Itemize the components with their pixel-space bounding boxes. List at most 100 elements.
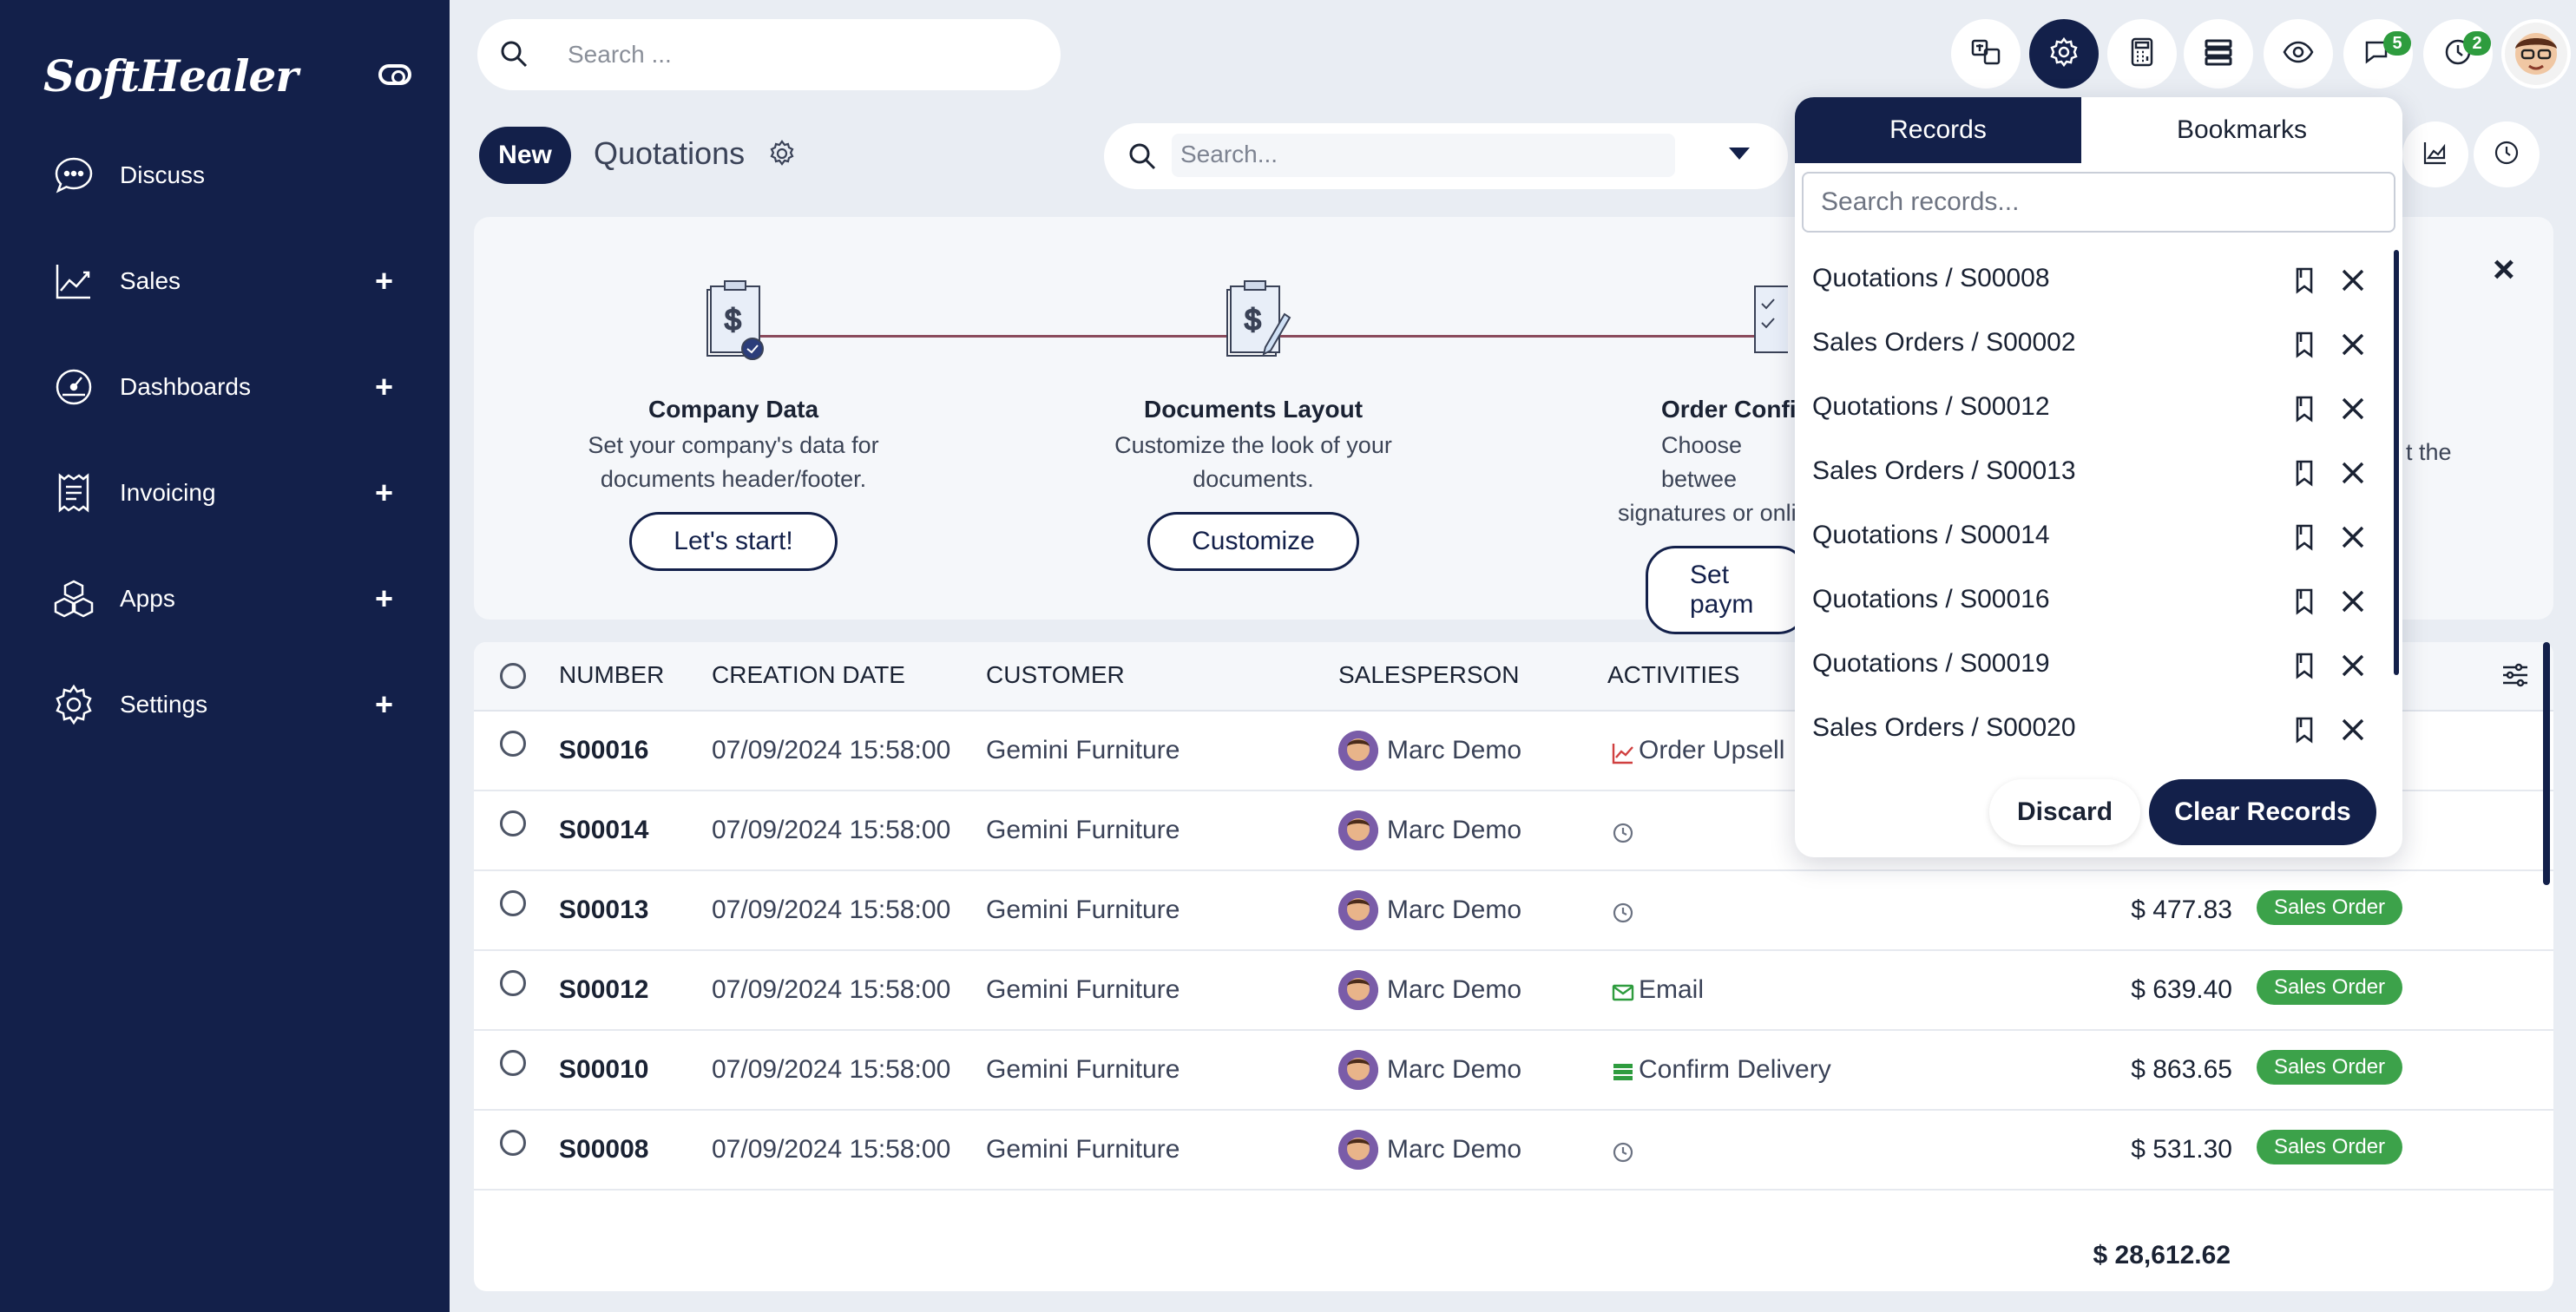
column-header-activities[interactable]: ACTIVITIES xyxy=(1607,661,1739,689)
column-header-date[interactable]: CREATION DATE xyxy=(712,661,905,689)
cell-activity[interactable]: Confirm Delivery xyxy=(1639,1055,1831,1085)
search-panel[interactable]: Search... xyxy=(1104,123,1788,189)
record-label[interactable]: Quotations / S00012 xyxy=(1812,392,2050,422)
row-select-checkbox[interactable] xyxy=(500,1130,526,1156)
column-settings-icon[interactable] xyxy=(2500,659,2531,691)
close-icon[interactable] xyxy=(2336,264,2369,297)
chevron-down-icon[interactable] xyxy=(1729,148,1750,160)
envelope-icon[interactable] xyxy=(1611,981,1635,1005)
translate-button[interactable] xyxy=(1951,19,2021,89)
row-select-checkbox[interactable] xyxy=(500,970,526,996)
bookmark-icon[interactable] xyxy=(2290,651,2319,680)
sidebar-item-dashboards[interactable]: Dashboards + xyxy=(0,352,450,422)
column-header-salesperson[interactable]: SALESPERSON xyxy=(1338,661,1520,689)
record-label[interactable]: Quotations / S00016 xyxy=(1812,585,2050,614)
sidebar-item-discuss[interactable]: Discuss xyxy=(0,141,450,210)
expand-plus-icon[interactable]: + xyxy=(375,266,393,297)
messages-button[interactable]: 5 xyxy=(2343,19,2413,89)
expand-plus-icon[interactable]: + xyxy=(375,689,393,720)
activities-button[interactable]: 2 xyxy=(2423,19,2493,89)
close-icon[interactable] xyxy=(2336,456,2369,489)
clock-icon[interactable] xyxy=(1611,901,1635,925)
record-item[interactable]: Quotations / S00019 xyxy=(1795,633,2402,698)
row-select-checkbox[interactable] xyxy=(500,731,526,757)
customize-button[interactable]: Customize xyxy=(1147,512,1359,571)
table-row[interactable]: S00010 07/09/2024 15:58:00 Gemini Furnitur… xyxy=(474,1031,2553,1111)
column-header-customer[interactable]: CUSTOMER xyxy=(986,661,1125,689)
bookmark-icon[interactable] xyxy=(2290,330,2319,359)
record-item[interactable]: Quotations / S00008 xyxy=(1795,248,2402,312)
set-payment-button[interactable]: Set paym xyxy=(1646,546,1809,634)
expand-plus-icon[interactable]: + xyxy=(375,371,393,403)
chart-line-icon[interactable] xyxy=(1611,741,1635,765)
records-scrollbar[interactable] xyxy=(2394,250,2399,675)
close-icon[interactable] xyxy=(2336,392,2369,425)
select-all-checkbox[interactable] xyxy=(500,663,526,689)
record-item[interactable]: Sales Orders / S00013 xyxy=(1795,441,2402,505)
row-select-checkbox[interactable] xyxy=(500,890,526,916)
record-item[interactable]: Sales Orders / S00020 xyxy=(1795,698,2402,762)
record-label[interactable]: Sales Orders / S00013 xyxy=(1812,456,2076,486)
record-item[interactable]: Quotations / S00016 xyxy=(1795,569,2402,633)
gear-icon[interactable] xyxy=(767,139,797,168)
sidebar-item-invoicing[interactable]: Invoicing + xyxy=(0,458,450,528)
close-icon[interactable] xyxy=(2336,585,2369,618)
record-label[interactable]: Sales Orders / S00002 xyxy=(1812,328,2076,358)
sidebar-toggle-icon[interactable] xyxy=(378,64,411,85)
row-select-checkbox[interactable] xyxy=(500,1050,526,1076)
bookmark-icon[interactable] xyxy=(2290,587,2319,616)
close-icon[interactable] xyxy=(2336,328,2369,361)
sidebar-item-sales[interactable]: Sales + xyxy=(0,246,450,316)
bookmark-icon[interactable] xyxy=(2290,394,2319,423)
calculator-button[interactable] xyxy=(2107,19,2177,89)
tab-records[interactable]: Records xyxy=(1795,97,2081,163)
sidebar-item-apps[interactable]: Apps + xyxy=(0,564,450,633)
record-label[interactable]: Quotations / S00014 xyxy=(1812,521,2050,550)
bookmark-icon[interactable] xyxy=(2290,266,2319,295)
bookmark-icon[interactable] xyxy=(2290,458,2319,488)
close-icon[interactable] xyxy=(2336,521,2369,554)
clock-icon[interactable] xyxy=(1611,1140,1635,1164)
lets-start-button[interactable]: Let's start! xyxy=(629,512,838,571)
tab-bookmarks[interactable]: Bookmarks xyxy=(2081,97,2402,163)
record-item[interactable]: Quotations / S00014 xyxy=(1795,505,2402,569)
close-icon[interactable] xyxy=(2336,713,2369,746)
search-records-input[interactable] xyxy=(1802,172,2395,233)
row-select-checkbox[interactable] xyxy=(500,810,526,836)
table-row[interactable]: S00008 07/09/2024 15:58:00 Gemini Furnitur… xyxy=(474,1111,2553,1191)
sidebar-item-settings[interactable]: Settings + xyxy=(0,670,450,739)
record-label[interactable]: Quotations / S00019 xyxy=(1812,649,2050,679)
activity-view-button[interactable] xyxy=(2474,121,2540,187)
graph-view-button[interactable] xyxy=(2402,121,2468,187)
cubes-icon xyxy=(52,577,95,620)
view-button[interactable] xyxy=(2264,19,2333,89)
database-button[interactable] xyxy=(2184,19,2253,89)
record-label[interactable]: Quotations / S00008 xyxy=(1812,264,2050,293)
new-button[interactable]: New xyxy=(479,127,571,184)
clear-records-button[interactable]: Clear Records xyxy=(2149,779,2376,845)
discard-button[interactable]: Discard xyxy=(1989,779,2140,845)
cell-activity[interactable]: Order Upsell xyxy=(1639,736,1784,765)
cell-activity[interactable]: Email xyxy=(1639,975,1704,1005)
brand-logo[interactable]: SoftHealer xyxy=(43,50,299,102)
bookmark-icon[interactable] xyxy=(2290,715,2319,745)
global-search[interactable] xyxy=(477,19,1061,90)
table-row[interactable]: S00012 07/09/2024 15:58:00 Gemini Furnitur… xyxy=(474,951,2553,1031)
column-header-number[interactable]: NUMBER xyxy=(559,661,664,689)
user-avatar[interactable] xyxy=(2501,19,2571,89)
expand-plus-icon[interactable]: + xyxy=(375,477,393,508)
search-input[interactable]: Search... xyxy=(1172,134,1675,177)
close-icon[interactable] xyxy=(2336,649,2369,682)
table-row[interactable]: S00013 07/09/2024 15:58:00 Gemini Furnitur… xyxy=(474,871,2553,951)
settings-button[interactable] xyxy=(2029,19,2099,89)
expand-plus-icon[interactable]: + xyxy=(375,583,393,614)
global-search-input[interactable] xyxy=(568,35,1019,75)
close-icon[interactable]: × xyxy=(2493,248,2515,292)
tasks-icon[interactable] xyxy=(1611,1060,1635,1085)
record-label[interactable]: Sales Orders / S00020 xyxy=(1812,713,2076,743)
bookmark-icon[interactable] xyxy=(2290,522,2319,552)
clock-icon[interactable] xyxy=(1611,821,1635,845)
record-item[interactable]: Quotations / S00012 xyxy=(1795,377,2402,441)
table-scrollbar[interactable] xyxy=(2543,642,2550,885)
record-item[interactable]: Sales Orders / S00002 xyxy=(1795,312,2402,377)
